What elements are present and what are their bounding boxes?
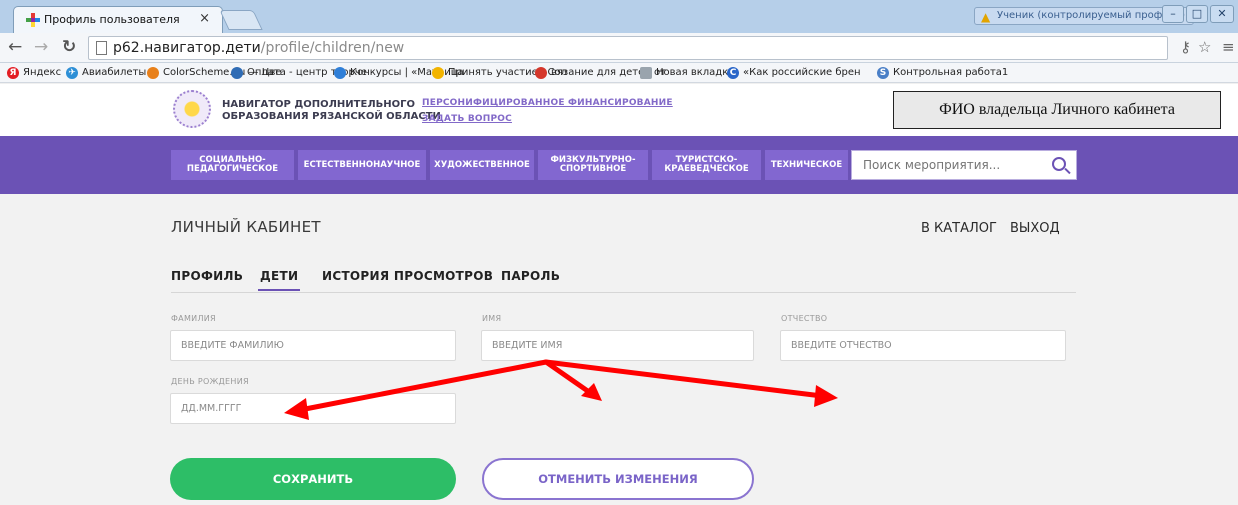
payment-icon: [231, 67, 243, 79]
owner-name-box: ФИО владельца Личного кабинета: [893, 91, 1221, 129]
bookmark-label: «Как российские брен: [743, 67, 861, 78]
page-icon: [96, 41, 107, 55]
url-path: /profile/children/new: [260, 40, 405, 56]
catalog-link[interactable]: В КАТАЛОГ: [921, 221, 997, 236]
site-header: НАВИГАТОР ДОПОЛНИТЕЛЬНОГО ОБРАЗОВАНИЯ РЯ…: [0, 84, 1238, 136]
ask-question-link[interactable]: ЗАДАТЬ ВОПРОС: [422, 114, 512, 124]
star-icon[interactable]: ☆: [1198, 38, 1211, 56]
logout-link[interactable]: ВЫХОД: [1010, 221, 1060, 236]
category-label: ТУРИСТСКО- КРАЕВЕДЧЕСКОЕ: [664, 155, 749, 174]
surname-input[interactable]: [170, 330, 456, 361]
category-label: ЕСТЕСТВЕННОНАУЧНОЕ: [303, 159, 421, 170]
category-sports[interactable]: ФИЗКУЛЬТУРНО- СПОРТИВНОЕ: [538, 150, 648, 180]
save-button[interactable]: СОХРАНИТЬ: [170, 458, 456, 500]
maximize-button[interactable]: □: [1186, 5, 1208, 23]
contest-icon: [334, 67, 346, 79]
category-social-pedagogical[interactable]: СОЦИАЛЬНО- ПЕДАГОГИЧЕСКОЕ: [171, 150, 294, 180]
warning-icon: ▲: [981, 10, 991, 24]
navigator-favicon-icon: [26, 13, 40, 27]
logo-text[interactable]: НАВИГАТОР ДОПОЛНИТЕЛЬНОГО ОБРАЗОВАНИЯ РЯ…: [222, 99, 441, 123]
category-technical[interactable]: ТЕХНИЧЕСКОЕ: [765, 150, 848, 180]
browser-toolbar: ← → ↻ р62.навигатор.дети/profile/childre…: [0, 33, 1238, 63]
back-arrow-icon[interactable]: ←: [8, 37, 22, 57]
navigator-logo-icon[interactable]: [173, 90, 211, 128]
tab-view-history[interactable]: ИСТОРИЯ ПРОСМОТРОВ: [322, 269, 493, 283]
logo-line-2: ОБРАЗОВАНИЯ РЯЗАНСКОЙ ОБЛАСТИ: [222, 111, 441, 122]
surname-label: ФАМИЛИЯ: [171, 314, 216, 323]
close-window-button[interactable]: ✕: [1210, 5, 1234, 23]
profile-badge[interactable]: ▲ Ученик (контролируемый профиль): [974, 7, 1194, 25]
search-box[interactable]: [851, 150, 1077, 180]
plane-icon: ✈: [66, 67, 78, 79]
reload-icon[interactable]: ↻: [62, 37, 76, 57]
bookmark-item[interactable]: Я Яндекс: [7, 66, 61, 80]
name-label: ИМЯ: [482, 314, 502, 323]
tab-children[interactable]: ДЕТИ: [257, 269, 301, 291]
key-icon[interactable]: ⚷: [1180, 38, 1191, 56]
yarn-icon: [535, 67, 547, 79]
minimize-button[interactable]: –: [1162, 5, 1184, 23]
profile-badge-label: Ученик (контролируемый профиль): [997, 10, 1185, 21]
cancel-changes-button[interactable]: ОТМЕНИТЬ ИЗМЕНЕНИЯ: [482, 458, 754, 500]
colorscheme-icon: [147, 67, 159, 79]
tab-password[interactable]: ПАРОЛЬ: [501, 269, 560, 283]
financing-link[interactable]: ПЕРСОНИФИЦИРОВАННОЕ ФИНАНСИРОВАНИЕ: [422, 98, 673, 108]
new-tab-button[interactable]: [219, 10, 263, 30]
bookmark-label: Авиабилеты: [82, 67, 147, 78]
bookmark-label: Новая вкладка: [656, 67, 735, 78]
search-input[interactable]: [852, 151, 1042, 179]
bookmark-item[interactable]: Новая вкладка: [640, 66, 734, 80]
birthday-input[interactable]: [170, 393, 456, 424]
bookmark-item[interactable]: ✈ Авиабилеты: [66, 66, 146, 80]
category-menu: СОЦИАЛЬНО- ПЕДАГОГИЧЕСКОЕ ЕСТЕСТВЕННОНАУЧН…: [0, 136, 1238, 194]
profile-tabs: ПРОФИЛЬ ДЕТИ ИСТОРИЯ ПРОСМОТРОВ ПАРОЛЬ: [171, 269, 1076, 293]
bookmark-label: Контрольная работа1: [893, 67, 1009, 78]
tab-close-icon[interactable]: ×: [199, 11, 210, 26]
main-content: ЛИЧНЫЙ КАБИНЕТ В КАТАЛОГ ВЫХОД ПРОФИЛЬ Д…: [0, 194, 1238, 505]
birthday-label: ДЕНЬ РОЖДЕНИЯ: [171, 377, 249, 386]
logo-line-1: НАВИГАТОР ДОПОЛНИТЕЛЬНОГО: [222, 99, 415, 110]
address-bar[interactable]: р62.навигатор.дети/profile/children/new: [88, 36, 1168, 60]
page-title: ЛИЧНЫЙ КАБИНЕТ: [171, 218, 321, 236]
c-icon: C: [727, 67, 739, 79]
browser-tab-strip: Профиль пользователя × ▲ Ученик (контрол…: [0, 0, 1238, 33]
category-artistic[interactable]: ХУДОЖЕСТВЕННОЕ: [430, 150, 534, 180]
menu-icon[interactable]: ≡: [1222, 38, 1235, 56]
yandex-icon: Я: [7, 67, 19, 79]
category-tourism[interactable]: ТУРИСТСКО- КРАЕВЕДЧЕСКОЕ: [652, 150, 761, 180]
category-natural-science[interactable]: ЕСТЕСТВЕННОНАУЧНОЕ: [298, 150, 426, 180]
browser-tab-title: Профиль пользователя: [44, 13, 180, 26]
category-label: ХУДОЖЕСТВЕННОЕ: [434, 159, 530, 170]
s-icon: S: [877, 67, 889, 79]
search-icon[interactable]: [1052, 157, 1066, 171]
bookmark-item[interactable]: C «Как российские брен: [727, 66, 861, 80]
browser-tab[interactable]: Профиль пользователя ×: [13, 6, 223, 33]
category-label: ФИЗКУЛЬТУРНО- СПОРТИВНОЕ: [550, 155, 636, 174]
bookmark-item[interactable]: S Контрольная работа1: [877, 66, 1008, 80]
patronymic-input[interactable]: [780, 330, 1066, 361]
sun-icon: [432, 67, 444, 79]
bookmark-label: Яндекс: [23, 67, 62, 78]
category-label: ТЕХНИЧЕСКОЕ: [770, 159, 843, 170]
page-icon: [640, 67, 652, 79]
category-label: СОЦИАЛЬНО- ПЕДАГОГИЧЕСКОЕ: [186, 155, 279, 174]
patronymic-label: ОТЧЕСТВО: [781, 314, 828, 323]
url-host: р62.навигатор.дети: [113, 40, 261, 56]
tab-profile[interactable]: ПРОФИЛЬ: [171, 269, 243, 283]
bookmarks-bar: Я Яндекс ✈ Авиабилеты ColorScheme.Ru — Цве Оп…: [0, 63, 1238, 83]
forward-arrow-icon[interactable]: →: [34, 37, 48, 57]
name-input[interactable]: [481, 330, 754, 361]
